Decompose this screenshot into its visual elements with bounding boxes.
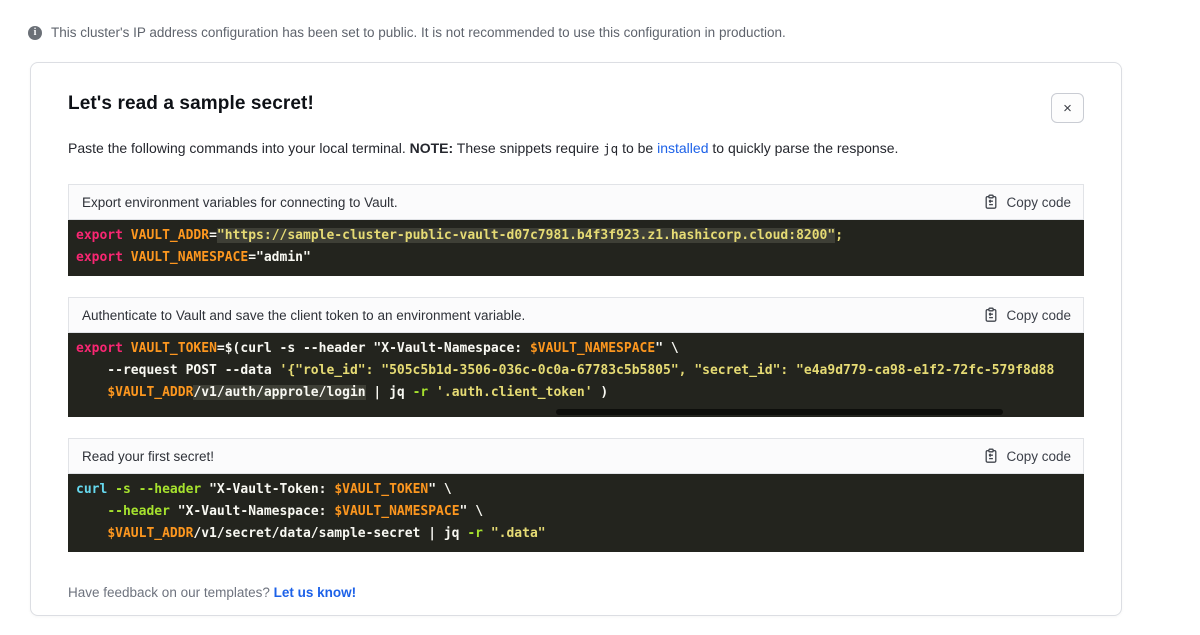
page-title: Let's read a sample secret! <box>68 93 314 115</box>
snippet-header: Read your first secret! Copy code <box>68 438 1084 474</box>
footer-text: Have feedback on our templates? <box>68 585 274 600</box>
installed-link[interactable]: installed <box>657 140 708 156</box>
snippet-header: Export environment variables for connect… <box>68 184 1084 220</box>
intro-mid2: to be <box>618 140 657 156</box>
sample-secret-card: Let's read a sample secret! × Paste the … <box>30 62 1122 616</box>
intro-mid1: These snippets require <box>453 140 603 156</box>
intro-post: to quickly parse the response. <box>708 140 898 156</box>
copy-code-button[interactable]: Copy code <box>983 448 1071 464</box>
code-block: curl -s --header "X-Vault-Token: $VAULT_… <box>68 474 1084 552</box>
cluster-public-warning-banner: i This cluster's IP address configuratio… <box>0 0 1200 40</box>
intro-paragraph: Paste the following commands into your l… <box>68 140 1084 156</box>
horizontal-scrollbar[interactable] <box>556 409 1003 415</box>
copy-code-label: Copy code <box>1006 449 1071 464</box>
code-text: export VAULT_ADDR="https://sample-cluste… <box>76 225 1076 269</box>
code-block: export VAULT_ADDR="https://sample-cluste… <box>68 220 1084 276</box>
clipboard-copy-icon <box>983 448 999 464</box>
snippet-label: Export environment variables for connect… <box>82 195 398 210</box>
feedback-footer: Have feedback on our templates? Let us k… <box>68 585 1084 600</box>
info-icon: i <box>28 26 42 40</box>
snippet-section-2: Authenticate to Vault and save the clien… <box>68 297 1084 417</box>
snippet-label: Read your first secret! <box>82 449 214 464</box>
snippet-section-1: Export environment variables for connect… <box>68 184 1084 276</box>
copy-code-button[interactable]: Copy code <box>983 307 1071 323</box>
snippet-sections: Export environment variables for connect… <box>68 184 1084 552</box>
code-text: export VAULT_TOKEN=$(curl -s --header "X… <box>76 338 1076 404</box>
copy-code-label: Copy code <box>1006 195 1071 210</box>
let-us-know-link[interactable]: Let us know! <box>274 585 357 600</box>
code-block: export VAULT_TOKEN=$(curl -s --header "X… <box>68 333 1084 417</box>
close-button[interactable]: × <box>1051 93 1084 123</box>
copy-code-button[interactable]: Copy code <box>983 194 1071 210</box>
snippet-label: Authenticate to Vault and save the clien… <box>82 308 525 323</box>
intro-pre: Paste the following commands into your l… <box>68 140 410 156</box>
intro-note-label: NOTE: <box>410 140 454 156</box>
close-icon: × <box>1063 101 1072 116</box>
copy-code-label: Copy code <box>1006 308 1071 323</box>
clipboard-copy-icon <box>983 307 999 323</box>
code-text: curl -s --header "X-Vault-Token: $VAULT_… <box>76 479 1076 545</box>
banner-text: This cluster's IP address configuration … <box>51 25 786 40</box>
clipboard-copy-icon <box>983 194 999 210</box>
snippet-section-3: Read your first secret! Copy code curl -s … <box>68 438 1084 552</box>
intro-jq: jq <box>603 141 618 156</box>
snippet-header: Authenticate to Vault and save the clien… <box>68 297 1084 333</box>
